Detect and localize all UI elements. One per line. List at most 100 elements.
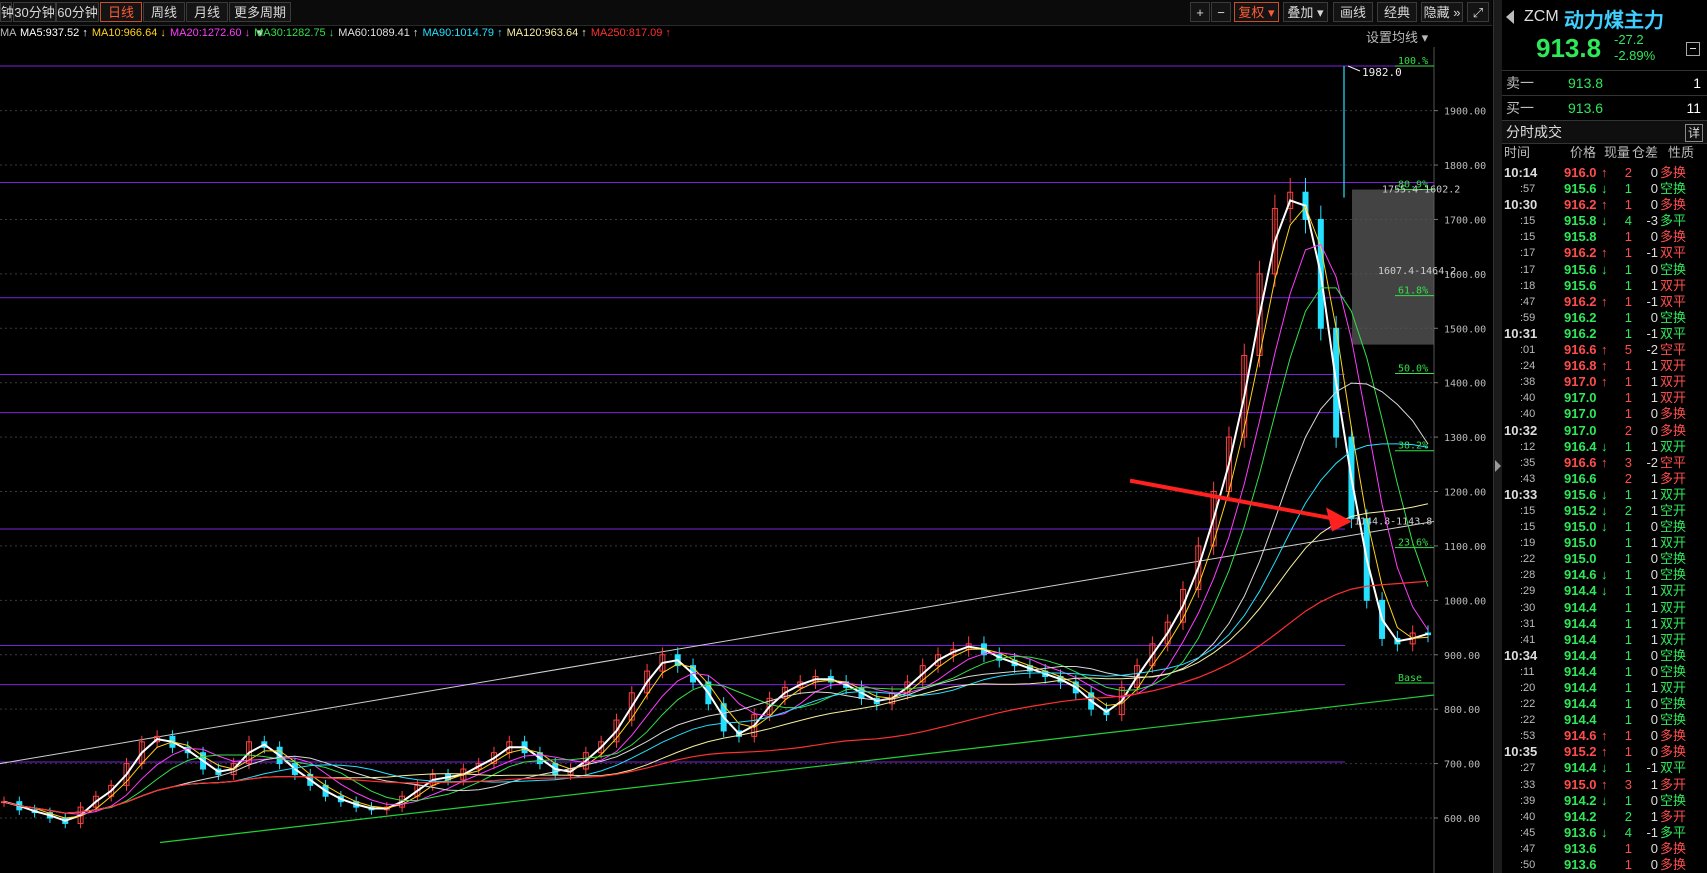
period-3-button[interactable]: 日线 (100, 2, 142, 22)
tick-row: :22 914.4 1 0 空换 (1502, 712, 1707, 728)
tick-section-title: 分时成交 (1506, 124, 1562, 140)
trendline-green (159, 694, 1435, 844)
tick-row: :12 916.4 ↓ 1 1 双开 (1502, 439, 1707, 455)
tick-row: 10:30 916.2 ↑ 1 0 多换 (1502, 197, 1707, 213)
tick-time: :29 (1520, 585, 1536, 598)
col-nature: 性质 (1668, 145, 1695, 160)
hide-button[interactable]: 隐藏 » (1421, 2, 1463, 22)
tick-volume: 2 (1624, 502, 1632, 518)
col-time: 时间 (1504, 145, 1531, 160)
tick-price: 915.6 (1564, 261, 1597, 277)
tick-nature: 空换 (1660, 712, 1687, 728)
tick-row: :41 914.4 1 1 双开 (1502, 632, 1707, 648)
ma-line-6 (3, 503, 1429, 814)
y-tick-label-1: 1800.00 (1444, 161, 1486, 172)
tick-nature: 双开 (1660, 358, 1687, 374)
tick-nature: 多开 (1660, 808, 1687, 824)
tick-time: :15 (1520, 504, 1536, 517)
tick-time: :45 (1520, 826, 1536, 839)
tick-nature: 空平 (1660, 454, 1687, 470)
tick-oi: -1 (1646, 245, 1658, 261)
tick-nature: 多平 (1660, 213, 1687, 229)
y-tick-label-6: 1300.00 (1444, 433, 1486, 444)
tick-row: 10:35 915.2 ↑ 1 0 多换 (1502, 744, 1707, 760)
tick-oi: 1 (1650, 583, 1658, 599)
tick-volume: 1 (1624, 647, 1632, 663)
tick-price: 915.6 (1564, 277, 1597, 293)
change-value: -27.2 (1614, 32, 1644, 47)
tick-direction-icon: ↓ (1601, 792, 1608, 808)
tick-nature: 多换 (1660, 840, 1687, 856)
tick-row: :17 916.2 ↑ 1 -1 双平 (1502, 245, 1707, 261)
tick-row: :15 915.8 1 0 多换 (1502, 229, 1707, 245)
tick-row: :53 914.6 ↑ 1 0 多换 (1502, 728, 1707, 744)
period-0-button[interactable]: 钟 (0, 2, 14, 22)
tick-direction-icon: ↓ (1601, 760, 1608, 776)
overlay-button[interactable]: 叠加 ▾ (1283, 2, 1328, 22)
tick-oi: 1 (1650, 808, 1658, 824)
tick-volume: 1 (1624, 358, 1632, 374)
tick-oi: -3 (1646, 213, 1658, 229)
tick-volume: 5 (1624, 342, 1632, 358)
ma-settings-label: 设置均线 (1366, 30, 1419, 45)
tick-direction-icon: ↓ (1601, 213, 1608, 229)
fuquan-button[interactable]: 复权 ▾ (1234, 2, 1279, 22)
minus-button[interactable]: − (1211, 2, 1231, 22)
collapse-minus-icon[interactable] (1686, 42, 1700, 56)
ma-line-3 (3, 287, 1429, 814)
draw-button[interactable]: 画线 (1333, 2, 1373, 22)
tick-price: 914.4 (1564, 615, 1597, 631)
tick-nature: 双开 (1660, 390, 1687, 406)
fullscreen-button[interactable]: ⤢ (1467, 2, 1489, 22)
tick-price: 914.4 (1564, 712, 1597, 728)
last-price: 913.8 (1536, 33, 1602, 63)
tick-oi: -1 (1646, 293, 1658, 309)
collapse-arrow-icon[interactable] (1495, 460, 1501, 472)
tick-oi: -1 (1646, 760, 1658, 776)
tick-price: 913.6 (1564, 840, 1597, 856)
period-6-button[interactable]: 更多周期 ▾ (229, 2, 291, 40)
tick-time: :01 (1520, 344, 1536, 357)
tick-row: 10:34 914.4 1 0 空换 (1502, 648, 1707, 664)
ma-item-3: MA30:1282.75 ↓ (254, 27, 338, 39)
tick-volume: 1 (1624, 599, 1632, 615)
tick-oi: 0 (1650, 840, 1658, 856)
tick-volume: 2 (1624, 165, 1632, 180)
tick-direction-icon: ↑ (1601, 165, 1608, 180)
tick-row: :15 915.0 ↓ 1 0 空换 (1502, 519, 1707, 535)
kline-chart[interactable]: 1900.001800.001700.001600.001500.001400.… (0, 47, 1492, 873)
classic-button[interactable]: 经典 (1377, 2, 1417, 22)
tick-nature: 空换 (1660, 567, 1687, 583)
tick-nature: 多平 (1660, 824, 1687, 840)
tick-nature: 多换 (1660, 229, 1687, 245)
period-2-button[interactable]: 60分钟 (56, 2, 99, 22)
tick-time: :31 (1520, 617, 1536, 630)
tick-time: 10:35 (1504, 744, 1538, 760)
tick-price: 915.0 (1564, 776, 1597, 792)
tick-volume: 2 (1624, 808, 1632, 824)
period-5-button[interactable]: 月线 (186, 2, 228, 22)
period-4-button[interactable]: 周线 (143, 2, 185, 22)
tick-volume: 3 (1624, 454, 1632, 470)
tick-price: 915.2 (1564, 502, 1597, 518)
tick-time: 10:34 (1504, 647, 1538, 663)
tick-row: :24 916.8 ↑ 1 1 双开 (1502, 358, 1707, 374)
tick-nature: 双开 (1660, 438, 1687, 454)
ma-item-2: MA20:1272.60 ↓ (169, 27, 254, 39)
prev-contract-icon[interactable] (1506, 10, 1514, 24)
plus-button[interactable]: + (1190, 2, 1210, 22)
tick-list[interactable]: 10:14 916.0 ↑ 2 0 多换:57 915.6 ↓ 1 0 空换 10:30 916.2 ↑ 1… (1502, 165, 1707, 873)
tick-direction-icon: ↑ (1601, 197, 1608, 213)
tick-time: :59 (1520, 311, 1536, 324)
period-1-button[interactable]: 30分钟 (13, 2, 56, 22)
tick-time: :47 (1520, 295, 1536, 308)
ma-settings-button[interactable]: 设置均线 ▾ (1366, 27, 1428, 46)
detail-button[interactable]: 详 (1685, 124, 1703, 142)
tick-time: :43 (1520, 472, 1536, 485)
tick-price: 914.2 (1564, 808, 1597, 824)
tick-direction-icon: ↑ (1601, 744, 1608, 760)
tick-oi: 0 (1650, 551, 1658, 567)
fib-level-label-3: 50.0% (1398, 363, 1428, 374)
tick-time: :47 (1520, 842, 1536, 855)
tick-oi: 0 (1650, 181, 1658, 197)
